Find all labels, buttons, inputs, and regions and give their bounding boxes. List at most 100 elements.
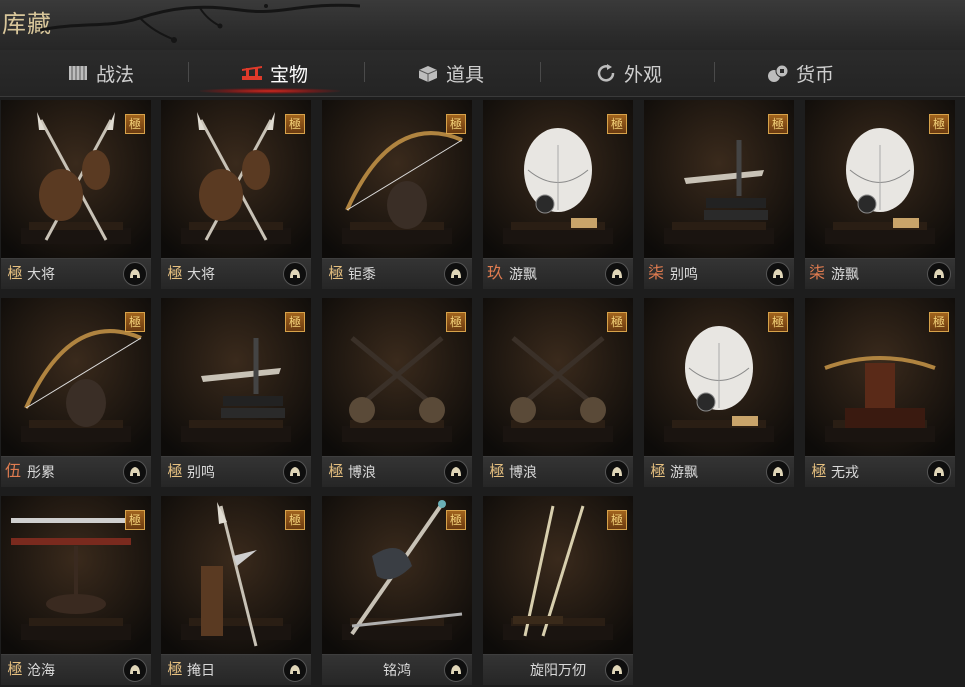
item-name: 别鸣 [670,267,698,283]
item-card[interactable]: 極極大将 [1,100,151,289]
scroll-icon [66,62,90,84]
item-name: 无戎 [831,465,859,481]
item-card[interactable]: 極極游飘 [644,298,794,487]
item-name: 钜黍 [348,267,376,283]
item-grade: 極 [167,462,183,480]
item-name: 掩日 [187,663,215,679]
helmet-icon[interactable] [927,460,951,484]
helmet-icon[interactable] [283,658,307,682]
refresh-icon [594,62,618,84]
rarity-badge: 極 [446,510,466,530]
top-header: 库藏 [0,0,965,50]
helmet-icon[interactable] [123,658,147,682]
branch-decoration-icon [40,3,360,43]
rarity-badge: 極 [768,114,788,134]
item-card[interactable]: 極柒游飘 [805,100,955,289]
helmet-icon[interactable] [283,460,307,484]
item-namebar: 極掩日 [161,654,311,685]
item-name: 游飘 [670,465,698,481]
tab-huobi[interactable]: 货币 [766,58,834,88]
item-grade: 柒 [648,263,665,282]
item-card[interactable]: 極極别鸣 [161,298,311,487]
item-grade: 極 [650,462,666,480]
tab-label: 货币 [796,63,835,86]
rarity-badge: 極 [285,312,305,332]
helmet-icon[interactable] [444,262,468,286]
item-name: 大将 [187,267,215,283]
item-name: 别鸣 [187,465,215,481]
item-grade: 極 [167,660,183,678]
item-grade: 極 [489,462,505,480]
item-namebar: 極大将 [161,258,311,289]
tab-daoju[interactable]: 道具 [416,58,484,88]
rarity-badge: 極 [125,510,145,530]
helmet-icon[interactable] [123,460,147,484]
item-card[interactable]: 極極博浪 [483,298,633,487]
item-namebar: 柒游飘 [805,258,955,289]
item-card[interactable]: 極極钜黍 [322,100,472,289]
active-tab-glow [200,88,340,94]
item-card[interactable]: 極铭鸿 [322,496,472,685]
item-card[interactable]: 極極沧海 [1,496,151,685]
item-name: 大将 [27,267,55,283]
item-namebar: 柒别鸣 [644,258,794,289]
helmet-icon[interactable] [766,262,790,286]
helmet-icon[interactable] [283,262,307,286]
helmet-icon[interactable] [444,460,468,484]
helmet-icon[interactable] [766,460,790,484]
rarity-badge: 極 [607,312,627,332]
item-card[interactable]: 極伍彤累 [1,298,151,487]
item-namebar: 極大将 [1,258,151,289]
item-namebar: 極无戎 [805,456,955,487]
item-namebar: 铭鸿 [322,654,472,685]
item-namebar: 極别鸣 [161,456,311,487]
item-namebar: 伍彤累 [1,456,151,487]
item-namebar: 旋阳万仞 [483,654,633,685]
item-namebar: 極沧海 [1,654,151,685]
rarity-badge: 極 [929,114,949,134]
helmet-icon[interactable] [605,262,629,286]
tab-waiguan[interactable]: 外观 [594,58,662,88]
item-card[interactable]: 極極大将 [161,100,311,289]
item-card[interactable]: 極極博浪 [322,298,472,487]
rarity-badge: 極 [125,114,145,134]
rarity-badge: 極 [446,312,466,332]
tab-divider [188,62,189,82]
rarity-badge: 極 [607,510,627,530]
helmet-icon[interactable] [123,262,147,286]
shrine-icon [240,62,264,84]
rarity-badge: 極 [446,114,466,134]
item-card[interactable]: 極柒别鸣 [644,100,794,289]
tab-baowu[interactable]: 宝物 [240,58,308,88]
coins-icon [766,62,790,84]
item-card[interactable]: 極極掩日 [161,496,311,685]
item-grade: 伍 [5,461,22,480]
tab-divider [364,62,365,82]
item-namebar: 玖游飘 [483,258,633,289]
item-grade: 極 [7,264,23,282]
item-grade: 極 [7,660,23,678]
item-namebar: 極游飘 [644,456,794,487]
item-name: 博浪 [509,465,537,481]
helmet-icon[interactable] [605,658,629,682]
item-name: 沧海 [27,663,55,679]
rarity-badge: 極 [125,312,145,332]
helmet-icon[interactable] [444,658,468,682]
rarity-badge: 極 [768,312,788,332]
item-grade: 極 [167,264,183,282]
helmet-icon[interactable] [927,262,951,286]
rarity-badge: 極 [929,312,949,332]
item-grade: 極 [811,462,827,480]
item-grade: 極 [328,462,344,480]
rarity-badge: 極 [285,510,305,530]
tab-divider [540,62,541,82]
item-card[interactable]: 極旋阳万仞 [483,496,633,685]
item-name: 彤累 [27,465,55,481]
item-card[interactable]: 極玖游飘 [483,100,633,289]
item-name: 博浪 [348,465,376,481]
helmet-icon[interactable] [605,460,629,484]
tab-label: 战法 [96,63,135,86]
item-card[interactable]: 極極无戎 [805,298,955,487]
item-name: 游飘 [509,267,537,283]
tab-zhanfa[interactable]: 战法 [66,58,134,88]
